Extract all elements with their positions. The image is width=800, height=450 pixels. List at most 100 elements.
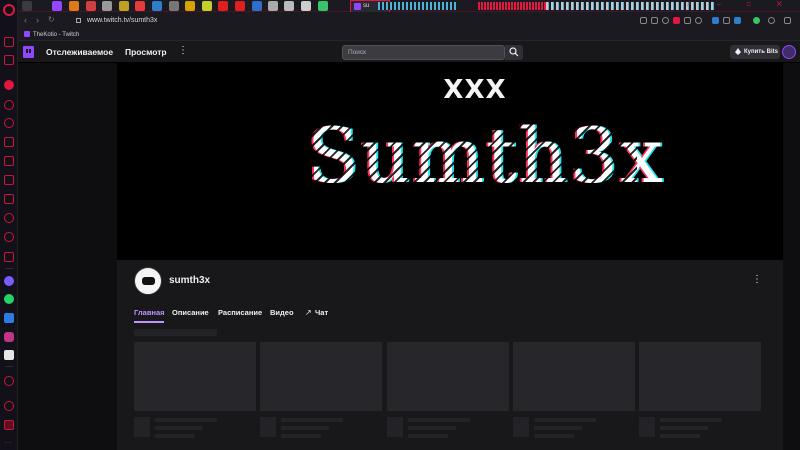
nav-browse[interactable]: Просмотр: [125, 46, 167, 58]
loading-avatar: [260, 417, 276, 437]
tab-favicon[interactable]: [252, 1, 262, 11]
twitch-logo-icon[interactable]: [23, 46, 34, 58]
sidebar-extensions-icon[interactable]: [4, 232, 14, 242]
sidebar-twitch-icon[interactable]: [4, 100, 14, 110]
tab-strip[interactable]: [378, 2, 458, 10]
bookmark-label: TheKotio - Twitch: [33, 32, 80, 38]
sidebar-home-icon[interactable]: [4, 37, 14, 47]
tab-chat[interactable]: Чат: [315, 307, 328, 319]
camera-icon[interactable]: [651, 17, 658, 24]
tab-favicon[interactable]: [119, 1, 129, 11]
search-input[interactable]: Поиск: [342, 45, 505, 60]
tab-favicon[interactable]: [86, 1, 96, 11]
shield-icon[interactable]: [673, 17, 680, 24]
tab-videos[interactable]: Видео: [270, 307, 294, 319]
extension-icon[interactable]: [695, 17, 702, 24]
sidebar-news-icon[interactable]: [4, 137, 14, 147]
tab-favicon[interactable]: [22, 1, 32, 11]
bookmarks-bar: TheKotio - Twitch: [18, 29, 800, 41]
tab-favicon[interactable]: [135, 1, 145, 11]
extension-icon[interactable]: [684, 17, 691, 24]
window-controls[interactable]: ⌕ – ◻ ✕: [687, 1, 794, 9]
tab-bar: su ⌕ – ◻ ✕: [18, 0, 800, 12]
tab-favicon[interactable]: [235, 1, 245, 11]
extension-icon[interactable]: [712, 17, 719, 24]
channel-name[interactable]: sumth3x: [169, 275, 210, 286]
sidebar-gx-corner-icon[interactable]: [4, 118, 14, 128]
extension-icon[interactable]: [753, 17, 760, 24]
sidebar-pin-icon[interactable]: [4, 420, 14, 430]
sidebar-settings-icon[interactable]: [4, 252, 14, 262]
nav-more-icon[interactable]: ⋮: [178, 45, 188, 56]
url-text: www.twitch.tv/sumth3x: [87, 17, 158, 24]
extension-icon[interactable]: [640, 17, 647, 24]
loading-line: [408, 418, 470, 422]
menu-icon[interactable]: [784, 17, 791, 24]
avatar-logo-icon: [142, 277, 155, 285]
tab-schedule[interactable]: Расписание: [218, 307, 262, 319]
tab-favicon[interactable]: [69, 1, 79, 11]
sidebar-shop-icon[interactable]: [4, 55, 14, 65]
tab-favicon[interactable]: [152, 1, 162, 11]
whatsapp-icon[interactable]: [4, 294, 14, 304]
loading-line: [660, 418, 722, 422]
reload-icon[interactable]: ↻: [48, 15, 55, 24]
twitch-side-nav: [18, 63, 117, 450]
loading-line: [281, 434, 321, 438]
tab-favicon[interactable]: [169, 1, 179, 11]
tab-home[interactable]: Главная: [134, 307, 165, 319]
extension-icon[interactable]: [723, 17, 730, 24]
twitch-top-nav: Отслеживаемое Просмотр ⋮ Поиск Купить Bi…: [18, 41, 800, 63]
tab-favicon[interactable]: [52, 1, 62, 11]
tab-favicon[interactable]: [218, 1, 228, 11]
tab-strip[interactable]: [478, 2, 548, 10]
channel-avatar[interactable]: [134, 267, 162, 295]
sidebar-clock-icon[interactable]: [4, 401, 14, 411]
loading-avatar: [639, 417, 655, 437]
nav-following[interactable]: Отслеживаемое: [46, 46, 113, 58]
address-bar: ‹ › ↻ www.twitch.tv/sumth3x: [18, 12, 800, 29]
opera-gx-logo-icon[interactable]: [3, 4, 15, 16]
sidebar-bookmarks-icon[interactable]: [4, 194, 14, 204]
lock-icon: [76, 17, 81, 23]
messenger-icon[interactable]: [4, 276, 14, 286]
buy-bits-button[interactable]: Купить Bits: [730, 45, 780, 59]
tab-favicon[interactable]: [202, 1, 212, 11]
banner-name-text: Sumth3x: [307, 111, 665, 200]
channel-more-icon[interactable]: ⋮: [752, 274, 762, 285]
loading-line: [281, 426, 329, 430]
tab-about[interactable]: Описание: [172, 307, 209, 319]
sidebar-add-icon[interactable]: [4, 376, 14, 386]
forward-icon[interactable]: ›: [36, 15, 39, 25]
tab-favicon[interactable]: [284, 1, 294, 11]
sidebar-discord-icon[interactable]: [4, 175, 14, 185]
loading-line: [534, 426, 582, 430]
settings-icon[interactable]: [768, 17, 775, 24]
extension-icon[interactable]: [734, 17, 741, 24]
browser-sidebar: …: [0, 0, 18, 450]
active-tab-indicator: [134, 321, 164, 323]
search-button[interactable]: [505, 45, 523, 60]
twitch-sidebar-icon[interactable]: [4, 350, 14, 360]
loading-title-placeholder: [134, 329, 217, 336]
instagram-icon[interactable]: [4, 332, 14, 342]
sidebar-player-icon[interactable]: [4, 156, 14, 166]
sidebar-history-icon[interactable]: [4, 213, 14, 223]
user-avatar[interactable]: [782, 45, 796, 59]
sidebar-divider: [5, 366, 13, 367]
tab-favicon[interactable]: [301, 1, 311, 11]
loading-card: [134, 342, 256, 411]
sidebar-gx-control-icon[interactable]: [4, 80, 14, 90]
tab-favicon[interactable]: [318, 1, 328, 11]
extension-icon[interactable]: [662, 17, 669, 24]
tab-favicon[interactable]: [268, 1, 278, 11]
url-field[interactable]: www.twitch.tv/sumth3x: [76, 15, 636, 26]
tab-favicon[interactable]: [185, 1, 195, 11]
loading-line: [155, 434, 195, 438]
page-scrollbar[interactable]: [783, 63, 800, 450]
loading-line: [281, 418, 343, 422]
tab-favicon[interactable]: [102, 1, 112, 11]
bookmark-item[interactable]: TheKotio - Twitch: [24, 30, 79, 40]
back-icon[interactable]: ‹: [24, 15, 27, 25]
vk-icon[interactable]: [4, 313, 14, 323]
